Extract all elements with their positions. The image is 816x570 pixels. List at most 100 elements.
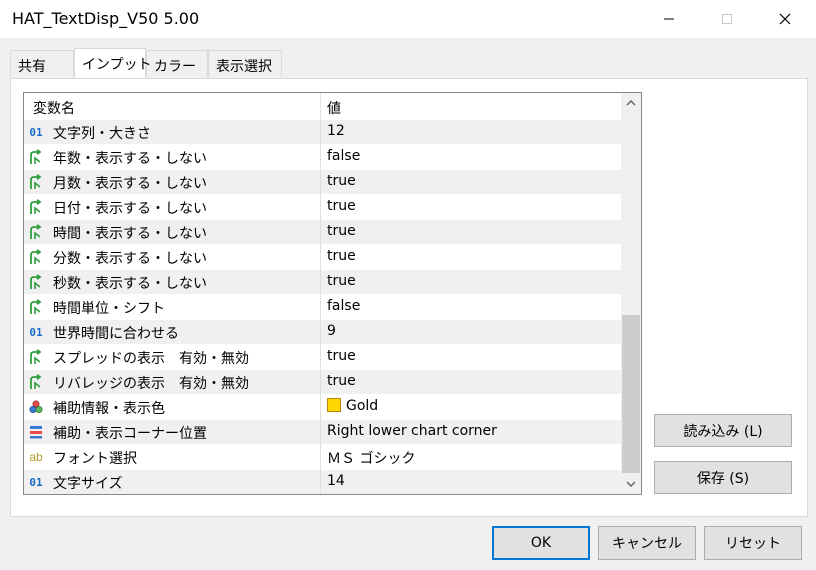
variable-name: 補助・表示コーナー位置 [53, 426, 207, 442]
enum-type-icon [28, 424, 44, 440]
variable-value[interactable]: ＭＳ ゴシック [327, 448, 415, 468]
string-type-icon-label: ab [29, 450, 43, 464]
color-name: Gold [346, 398, 379, 414]
table-row[interactable]: ab フォント選択 ＭＳ ゴシック [24, 445, 621, 470]
column-header-name[interactable]: 変数名 [33, 98, 75, 118]
scroll-up-button[interactable] [621, 93, 641, 113]
tab-color[interactable]: カラー [146, 50, 208, 77]
variable-name: 分数・表示する・しない [53, 251, 207, 267]
table-row[interactable]: 01 文字列・大きさ 12 [24, 120, 621, 145]
ok-button[interactable]: OK [492, 526, 590, 560]
integer-type-icon-label: 01 [29, 325, 43, 339]
boolean-type-icon [28, 174, 44, 190]
tab-shared[interactable]: 共有 [10, 50, 74, 77]
cell-divider [320, 270, 321, 295]
reset-button[interactable]: リセット [704, 526, 802, 560]
cell-divider [320, 470, 321, 494]
boolean-type-icon [28, 224, 44, 240]
variable-value[interactable]: Right lower chart corner [327, 423, 497, 439]
cell-divider [320, 170, 321, 195]
boolean-type-icon [28, 199, 44, 215]
table-row[interactable]: スプレッドの表示 有効・無効 true [24, 345, 621, 370]
table-row[interactable]: 時間単位・シフト false [24, 295, 621, 320]
integer-type-icon-label: 01 [29, 125, 43, 139]
cell-divider [320, 120, 321, 145]
window-title: HAT_TextDisp_V50 5.00 [12, 9, 200, 28]
table-row[interactable]: 秒数・表示する・しない true [24, 270, 621, 295]
variable-value[interactable]: 14 [327, 473, 345, 489]
maximize-button [704, 0, 750, 38]
cell-divider [320, 445, 321, 470]
variable-value[interactable]: true [327, 198, 356, 214]
close-button[interactable] [762, 0, 808, 38]
integer-type-icon: 01 [28, 324, 44, 340]
table-row[interactable]: 01 文字サイズ 14 [24, 470, 621, 494]
table-row[interactable]: 補助・表示コーナー位置 Right lower chart corner [24, 420, 621, 445]
cell-divider [320, 345, 321, 370]
cell-divider [320, 295, 321, 320]
save-button[interactable]: 保存 (S) [654, 461, 792, 494]
color-type-icon [28, 399, 44, 415]
cell-divider [320, 395, 321, 420]
variable-name: 文字列・大きさ [53, 126, 151, 142]
table-row[interactable]: 01 世界時間に合わせる 9 [24, 320, 621, 345]
variable-value[interactable]: false [327, 298, 360, 314]
variable-name: フォント選択 [53, 451, 137, 467]
boolean-type-icon [28, 249, 44, 265]
variable-name: 日付・表示する・しない [53, 201, 207, 217]
cancel-button[interactable]: キャンセル [598, 526, 696, 560]
color-swatch [327, 398, 341, 412]
cell-divider [320, 145, 321, 170]
variable-value[interactable]: 12 [327, 123, 345, 139]
table-row[interactable]: 年数・表示する・しない false [24, 145, 621, 170]
variable-name: スプレッドの表示 有効・無効 [53, 351, 249, 367]
variable-value[interactable]: true [327, 348, 356, 364]
variable-value[interactable]: true [327, 373, 356, 389]
variable-value[interactable]: Gold [327, 398, 378, 414]
variable-name: 時間・表示する・しない [53, 226, 207, 242]
boolean-type-icon [28, 299, 44, 315]
tab-input[interactable]: インプット [74, 48, 152, 78]
cell-divider [320, 320, 321, 345]
table-row[interactable]: リバレッジの表示 有効・無効 true [24, 370, 621, 395]
cell-divider [320, 195, 321, 220]
table-row[interactable]: 補助情報・表示色 Gold [24, 395, 621, 420]
cell-divider [320, 370, 321, 395]
cell-divider [320, 420, 321, 445]
integer-type-icon: 01 [28, 124, 44, 140]
chevron-up-icon [626, 100, 636, 106]
table-row[interactable]: 分数・表示する・しない true [24, 245, 621, 270]
vertical-scrollbar[interactable] [621, 93, 641, 494]
variable-value[interactable]: true [327, 273, 356, 289]
variable-value[interactable]: 9 [327, 323, 336, 339]
boolean-type-icon [28, 274, 44, 290]
table-row[interactable]: 月数・表示する・しない true [24, 170, 621, 195]
boolean-type-icon [28, 374, 44, 390]
variable-name: 月数・表示する・しない [53, 176, 207, 192]
variable-name: 年数・表示する・しない [53, 151, 207, 167]
column-divider[interactable] [320, 93, 321, 120]
title-bar: HAT_TextDisp_V50 5.00 [0, 0, 816, 38]
variable-value[interactable]: true [327, 173, 356, 189]
grid-header: 変数名 値 [24, 93, 623, 121]
load-button[interactable]: 読み込み (L) [654, 414, 792, 447]
string-type-icon: ab [28, 449, 44, 465]
variable-value[interactable]: true [327, 248, 356, 264]
cell-divider [320, 245, 321, 270]
scroll-thumb[interactable] [622, 315, 640, 473]
variable-value[interactable]: true [327, 223, 356, 239]
tab-display-select[interactable]: 表示選択 [208, 50, 282, 77]
column-header-value[interactable]: 値 [327, 98, 341, 118]
grid-rows: 01 文字列・大きさ 12 年数・表示する・しない false 月数・表示する・しない tr… [24, 120, 621, 494]
maximize-icon [722, 14, 732, 24]
minimize-button[interactable] [646, 0, 692, 38]
table-row[interactable]: 日付・表示する・しない true [24, 195, 621, 220]
chevron-down-icon [626, 481, 636, 487]
parameter-grid: 変数名 値 01 文字列・大きさ 12 年数・表示する・しない false 月数・表示する… [23, 92, 642, 495]
boolean-type-icon [28, 149, 44, 165]
variable-name: 文字サイズ [53, 476, 123, 492]
variable-value[interactable]: false [327, 148, 360, 164]
scroll-down-button[interactable] [621, 474, 641, 494]
integer-type-icon: 01 [28, 474, 44, 490]
table-row[interactable]: 時間・表示する・しない true [24, 220, 621, 245]
